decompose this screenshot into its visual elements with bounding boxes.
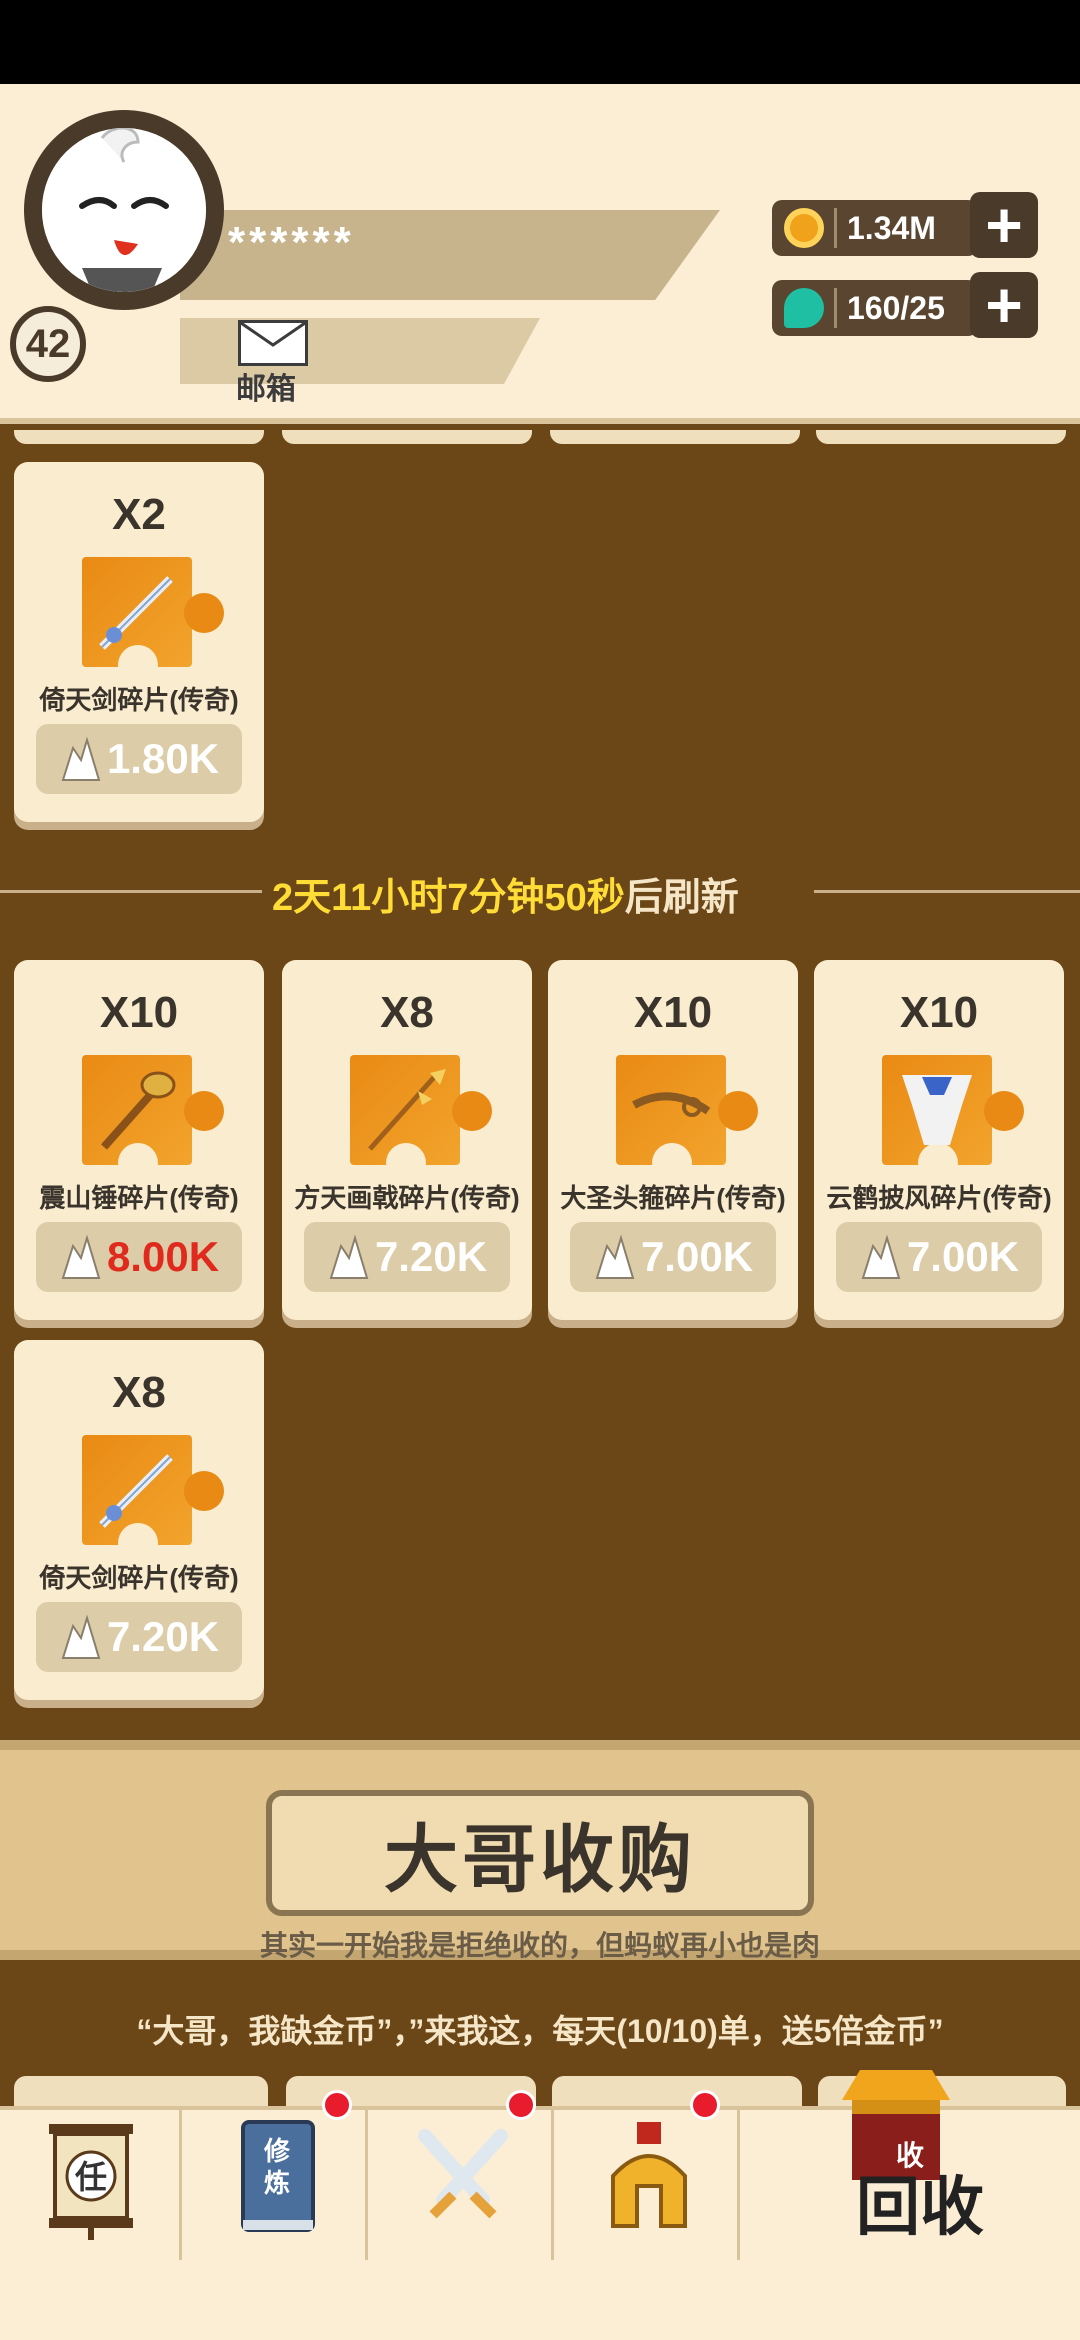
svg-text:炼: 炼 bbox=[264, 2169, 290, 2199]
gem-icon bbox=[784, 288, 824, 328]
add-gold-button[interactable]: + bbox=[970, 192, 1038, 258]
crystal-icon bbox=[61, 736, 101, 781]
card-peek bbox=[816, 430, 1066, 444]
shop-item-card[interactable]: X10 云鹤披风碎片(传奇) 7.00K bbox=[814, 960, 1064, 1320]
mail-label: 邮箱 bbox=[236, 373, 296, 406]
status-bar bbox=[0, 0, 1080, 84]
item-quantity: X10 bbox=[633, 988, 713, 1037]
gem-counter: 160/25 bbox=[772, 280, 978, 336]
player-name: ****** bbox=[228, 218, 355, 267]
notification-badge bbox=[322, 2090, 352, 2120]
price-button[interactable]: 7.00K bbox=[836, 1222, 1042, 1292]
nav-tasks[interactable]: 任 bbox=[0, 2110, 182, 2260]
item-name: 震山锤碎片(传奇) bbox=[39, 1183, 239, 1213]
item-name: 大圣头箍碎片(传奇) bbox=[560, 1183, 786, 1213]
nav-battle[interactable] bbox=[372, 2110, 554, 2260]
order-card-peek bbox=[14, 2076, 268, 2106]
helmet-icon bbox=[611, 2122, 687, 2228]
shop-item-card[interactable]: X8 倚天剑碎片(传奇) 7.20K bbox=[14, 1340, 264, 1700]
item-quantity: X10 bbox=[899, 988, 979, 1037]
price-button[interactable]: 8.00K bbox=[36, 1222, 242, 1292]
nav-training[interactable]: 修 炼 bbox=[186, 2110, 368, 2260]
duck-avatar-icon bbox=[42, 128, 206, 292]
order-text: “大哥，我缺金币”，”来我这，每天(10/10)单，送5倍金币” bbox=[136, 2013, 944, 2049]
crystal-icon bbox=[61, 1234, 101, 1279]
buy-title: 大哥收购 bbox=[384, 1817, 696, 1901]
avatar[interactable] bbox=[24, 110, 224, 310]
crystal-icon bbox=[61, 1614, 101, 1659]
notification-badge bbox=[690, 2090, 720, 2120]
coin-icon bbox=[784, 208, 824, 248]
headband-icon bbox=[616, 1055, 758, 1183]
mail-plate bbox=[180, 318, 540, 384]
shop-item-card[interactable]: X2 倚天剑碎片(传奇) 1.80K bbox=[14, 462, 264, 822]
shop-item-card[interactable]: X8 方天画戟碎片(传奇) 7.20K bbox=[282, 960, 532, 1320]
crossed-swords-icon bbox=[418, 2129, 508, 2219]
item-name: 云鹤披风碎片(传奇) bbox=[826, 1183, 1052, 1213]
buy-subtitle: 其实一开始我是拒绝收的，但蚂蚁再小也是肉 bbox=[259, 1930, 820, 1961]
refresh-countdown: 2天11小时7分钟50秒 bbox=[272, 877, 625, 919]
item-quantity: X8 bbox=[380, 988, 434, 1037]
price-button[interactable]: 7.20K bbox=[36, 1602, 242, 1672]
item-quantity: X8 bbox=[112, 1368, 166, 1417]
shop-item-card[interactable]: X10 震山锤碎片(传奇) 8.00K bbox=[14, 960, 264, 1320]
scroll-icon: 任 bbox=[49, 2124, 133, 2240]
sword-icon bbox=[82, 557, 224, 685]
hammer-icon bbox=[82, 1055, 224, 1183]
add-gem-button[interactable]: + bbox=[970, 272, 1038, 338]
sword-icon bbox=[82, 1435, 224, 1563]
avatar-face bbox=[42, 128, 206, 292]
card-peek bbox=[14, 430, 264, 444]
halberd-icon bbox=[350, 1055, 492, 1183]
item-name: 倚天剑碎片(传奇) bbox=[39, 685, 239, 715]
card-peek bbox=[550, 430, 800, 444]
crystal-icon bbox=[861, 1234, 901, 1279]
gold-value: 1.34M bbox=[847, 209, 936, 246]
mail-icon bbox=[238, 320, 308, 366]
crystal-icon bbox=[329, 1234, 369, 1279]
item-name: 方天画戟碎片(传奇) bbox=[294, 1183, 520, 1213]
item-name: 倚天剑碎片(传奇) bbox=[39, 1563, 239, 1593]
order-card-peek bbox=[552, 2076, 802, 2106]
refresh-suffix: 后刷新 bbox=[624, 877, 739, 919]
gem-value: 160/25 bbox=[847, 289, 945, 326]
svg-text:任: 任 bbox=[75, 2158, 107, 2196]
price-button[interactable]: 1.80K bbox=[36, 724, 242, 794]
notification-badge bbox=[506, 2090, 536, 2120]
nav-equipment[interactable] bbox=[558, 2110, 740, 2260]
price-button[interactable]: 7.20K bbox=[304, 1222, 510, 1292]
price-button[interactable]: 7.00K bbox=[570, 1222, 776, 1292]
recycle-label: 回收 bbox=[856, 2171, 984, 2243]
svg-text:修: 修 bbox=[263, 2136, 291, 2167]
cloak-icon bbox=[882, 1055, 1024, 1183]
item-quantity: X10 bbox=[99, 988, 179, 1037]
card-peek bbox=[282, 430, 532, 444]
buy-title-frame[interactable]: 大哥收购 bbox=[266, 1790, 814, 1916]
crystal-icon bbox=[595, 1234, 635, 1279]
refresh-timer-row: 2天11小时7分钟50秒后刷新 bbox=[0, 862, 1080, 919]
mail-button[interactable]: 邮箱 bbox=[236, 320, 310, 406]
level-badge: 42 bbox=[10, 306, 86, 382]
shop-item-card[interactable]: X10 大圣头箍碎片(传奇) 7.00K bbox=[548, 960, 798, 1320]
item-quantity: X2 bbox=[112, 490, 166, 539]
book-icon: 修 炼 bbox=[241, 2120, 315, 2232]
gold-counter: 1.34M bbox=[772, 200, 978, 256]
